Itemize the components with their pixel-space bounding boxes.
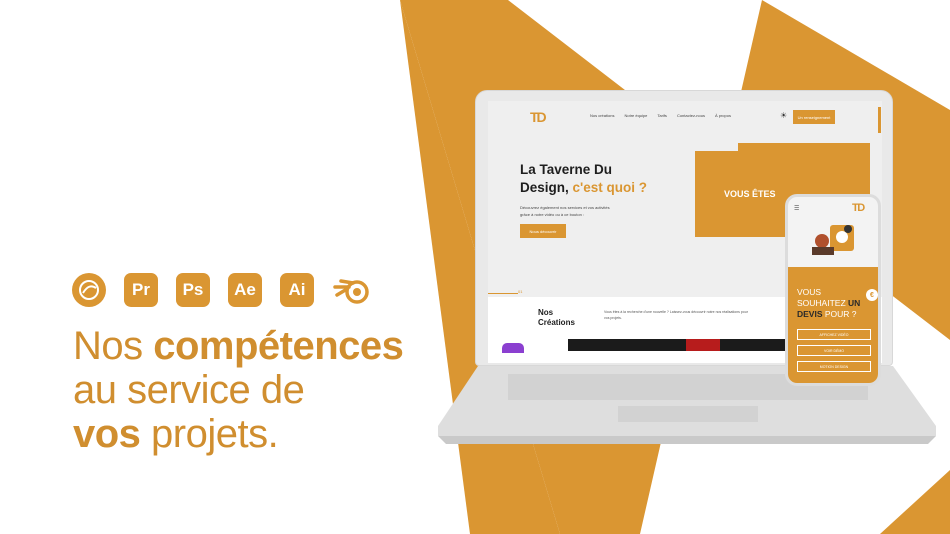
site-navbar: TD Nos créations Notre équipe Tarifs Con… [488, 101, 882, 131]
nav-link[interactable]: Tarifs [657, 113, 667, 118]
phone-title-line: SOUHAITEZ [797, 298, 849, 308]
phone-title-accent: DEVIS [797, 309, 823, 319]
creations-title-line: Nos [538, 308, 554, 317]
hero-button[interactable]: Nous découvrir [520, 224, 566, 238]
thumbnail-strip[interactable] [568, 339, 788, 351]
phone-option-button[interactable]: AFFICHEZ VIDÉO [797, 329, 871, 340]
nav-link[interactable]: Notre équipe [624, 113, 647, 118]
headline-line-3: vos projets. [73, 412, 403, 456]
tool-icons-row: Pr Ps Ae Ai [72, 273, 374, 307]
creations-title-line: Créations [538, 318, 575, 327]
cinema4d-icon [72, 273, 106, 307]
section-divider [488, 293, 518, 294]
section-number: 01 [518, 289, 523, 294]
after-effects-icon: Ae [228, 273, 262, 307]
photoshop-icon: Ps [176, 273, 210, 307]
hero-title-accent: c'est quoi ? [572, 180, 647, 195]
nav-cta-button[interactable]: Un renseignement [793, 110, 835, 124]
menu-icon[interactable]: ☰ [794, 205, 799, 212]
hero-title: La Taverne Du Design, c'est quoi ? [520, 161, 647, 197]
illustrator-icon: Ai [280, 273, 314, 307]
creations-description: Vous êtes à la recherche d'une nouvelle … [604, 310, 748, 320]
thumbnail[interactable] [686, 339, 720, 351]
site-logo[interactable]: TD [530, 109, 547, 125]
nav-link[interactable]: Contactez-nous [677, 113, 705, 118]
headline-line-1: Nos compétences [73, 324, 404, 368]
phone-title-line: POUR ? [822, 309, 857, 319]
phone-title: VOUS SOUHAITEZ UN DEVIS POUR ? [797, 287, 860, 320]
nav-link[interactable]: À propos [715, 113, 731, 118]
headline-bold: vos [73, 412, 141, 456]
creations-title: Nos Créations [538, 308, 575, 328]
phone-title-line: VOUS [797, 287, 822, 297]
illustration-image [812, 225, 854, 255]
nav-link[interactable]: Nos créations [590, 113, 614, 118]
premiere-icon: Pr [124, 273, 158, 307]
headline-text: Nos [73, 324, 154, 368]
hero-title-line: Design, [520, 180, 573, 195]
phone-mockup: ☰ TD € VOUS SOUHAITEZ UN DEVIS POUR ? AF… [785, 194, 881, 386]
site-nav-links: Nos créations Notre équipe Tarifs Contac… [590, 113, 731, 118]
scrollbar[interactable] [878, 107, 881, 133]
phone-logo[interactable]: TD [852, 202, 865, 214]
thumbnail[interactable] [502, 343, 524, 353]
euro-icon: € [866, 289, 878, 301]
folder-text: VOUS ÊTES [724, 189, 776, 199]
headline-bold: compétences [153, 324, 404, 368]
phone-option-button[interactable]: VOIR DÉMO [797, 345, 871, 356]
phone-quote-panel: € VOUS SOUHAITEZ UN DEVIS POUR ? AFFICHE… [788, 267, 878, 383]
headline-line-2: au service de [73, 368, 305, 412]
hero-description: Découvrez également nos services et vos … [520, 205, 610, 217]
headline: Nos compétences au service de vos projet… [73, 324, 404, 456]
phone-option-button[interactable]: MOTION DESIGN [797, 361, 871, 372]
phone-title-accent: UN [848, 298, 861, 308]
headline-text: projets. [140, 412, 279, 456]
blender-icon [332, 273, 374, 307]
theme-toggle-icon[interactable]: ☀ [780, 111, 787, 120]
hero-title-line: La Taverne Du [520, 162, 613, 177]
